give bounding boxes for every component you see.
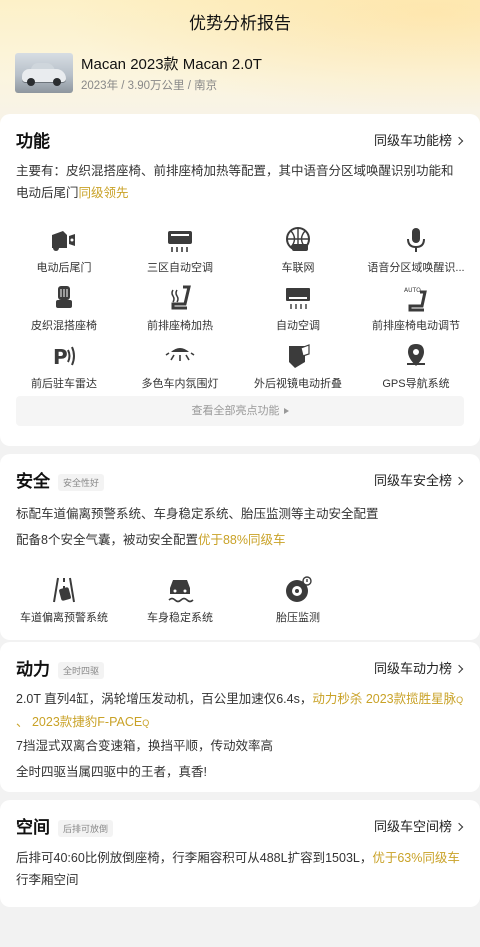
- function-card: 功能 同级车功能榜 主要有：皮织混搭座椅、前排座椅加热等配置，其中语音分区域唤醒…: [0, 114, 480, 446]
- feature-item[interactable]: P 前后驻车雷达: [4, 342, 124, 391]
- feature-item[interactable]: 电动后尾门: [4, 226, 124, 275]
- chevron-right-icon: [454, 476, 464, 486]
- car-name: Macan 2023款 Macan 2.0T: [81, 56, 262, 73]
- safety-rank-link[interactable]: 同级车安全榜: [373, 470, 464, 489]
- car-meta: 2023年 / 3.90万公里 / 南京: [81, 80, 218, 92]
- safety-rank-label: 同级车安全榜: [373, 473, 452, 488]
- microphone-icon: [407, 228, 425, 252]
- tire-pressure-icon: [286, 576, 312, 602]
- feature-item[interactable]: 三区自动空调: [120, 226, 240, 275]
- view-all-features-button[interactable]: 查看全部亮点功能: [16, 396, 464, 426]
- chevron-right-icon: [454, 822, 464, 832]
- power-rank-link[interactable]: 同级车动力榜: [373, 658, 464, 677]
- safety-highlight: 优于88%同级车: [197, 533, 286, 547]
- feature-item[interactable]: 多色车内氛围灯: [120, 342, 240, 391]
- chevron-right-icon: [454, 136, 464, 146]
- climate-icon: [168, 231, 192, 252]
- search-icon: Q: [456, 695, 464, 705]
- power-highlight-2[interactable]: 2023款捷豹F-PACE: [32, 715, 142, 729]
- page-title: 优势分析报告: [189, 14, 291, 33]
- ac-icon: [286, 288, 310, 309]
- function-title: 功能: [16, 132, 50, 151]
- lane-departure-icon: [53, 577, 75, 603]
- function-summary: 主要有：皮织混搭座椅、前排座椅加热等配置，其中语音分区域唤醒识别功能和电动后尾门…: [16, 164, 454, 200]
- space-tag: 后排可放倒: [58, 820, 114, 837]
- space-highlight: 优于63%同级车: [372, 851, 460, 865]
- space-rank-link[interactable]: 同级车空间榜: [373, 816, 464, 835]
- parking-radar-icon: P: [53, 345, 75, 369]
- safety-tag: 安全性好: [58, 474, 105, 491]
- function-rank-label: 同级车功能榜: [373, 133, 452, 148]
- safety-title: 安全: [16, 472, 50, 491]
- feature-item[interactable]: 前排座椅加热: [120, 284, 240, 333]
- space-line-1: 后排可40:60比例放倒座椅，行李厢容积可从488L扩容到1503L，优于63%…: [16, 851, 460, 887]
- feature-item[interactable]: AUTO 前排座椅电动调节: [356, 284, 476, 333]
- power-line-1: 2.0T 直列4缸，涡轮增压发动机，百公里加速仅6.4s，动力秒杀 2023款揽…: [16, 692, 464, 729]
- power-tag: 全时四驱: [58, 662, 105, 679]
- tailgate-icon: [52, 231, 75, 251]
- power-highlight[interactable]: 动力秒杀 2023款揽胜星脉: [312, 692, 456, 706]
- seat-heating-icon: [171, 285, 191, 310]
- svg-text:AUTO: AUTO: [404, 287, 421, 294]
- seat-icon: [56, 286, 72, 308]
- feature-item[interactable]: 语音分区域唤醒识...: [356, 226, 476, 275]
- feature-item[interactable]: 车道偏离预警系统: [4, 576, 124, 625]
- function-rank-link[interactable]: 同级车功能榜: [373, 130, 464, 149]
- feature-item[interactable]: 车联网: [238, 226, 358, 275]
- power-title: 动力: [16, 660, 50, 679]
- power-rank-label: 同级车动力榜: [373, 661, 452, 676]
- feature-item[interactable]: GPS导航系统: [356, 342, 476, 391]
- gps-icon: [407, 344, 425, 366]
- connected-car-icon: [286, 227, 310, 251]
- space-card: 空间 后排可放倒 同级车空间榜 后排可40:60比例放倒座椅，行李厢容积可从48…: [0, 800, 480, 907]
- ambient-light-icon: [165, 348, 195, 361]
- chevron-right-icon: [454, 664, 464, 674]
- mirror-icon: [289, 344, 310, 368]
- safety-line-2: 配备8个安全气囊，被动安全配置优于88%同级车: [16, 533, 286, 547]
- space-rank-label: 同级车空间榜: [373, 819, 452, 834]
- power-card: 动力 全时四驱 同级车动力榜 2.0T 直列4缸，涡轮增压发动机，百公里加速仅6…: [0, 642, 480, 792]
- feature-item[interactable]: 胎压监测: [238, 576, 358, 625]
- space-title: 空间: [16, 818, 50, 837]
- feature-item[interactable]: 皮织混搭座椅: [4, 284, 124, 333]
- safety-card: 安全 安全性好 同级车安全榜 标配车道偏离预警系统、车身稳定系统、胎压监测等主动…: [0, 454, 480, 640]
- safety-line-1: 标配车道偏离预警系统、车身稳定系统、胎压监测等主动安全配置: [16, 507, 379, 521]
- car-thumbnail[interactable]: [15, 53, 73, 93]
- triangle-right-icon: [283, 408, 289, 414]
- seat-auto-icon: AUTO: [404, 287, 427, 312]
- power-line-2: 7挡湿式双离合变速箱，换挡平顺，传动效率高: [16, 739, 273, 753]
- stability-icon: [168, 580, 194, 603]
- power-line-3: 全时四驱当属四驱中的王者，真香!: [16, 765, 207, 779]
- feature-item[interactable]: 外后视镜电动折叠: [238, 342, 358, 391]
- feature-item[interactable]: 车身稳定系统: [120, 576, 240, 625]
- search-icon: Q: [142, 718, 150, 728]
- function-highlight: 同级领先: [78, 186, 129, 200]
- svg-text:P: P: [53, 345, 68, 369]
- feature-item[interactable]: 自动空调: [238, 284, 358, 333]
